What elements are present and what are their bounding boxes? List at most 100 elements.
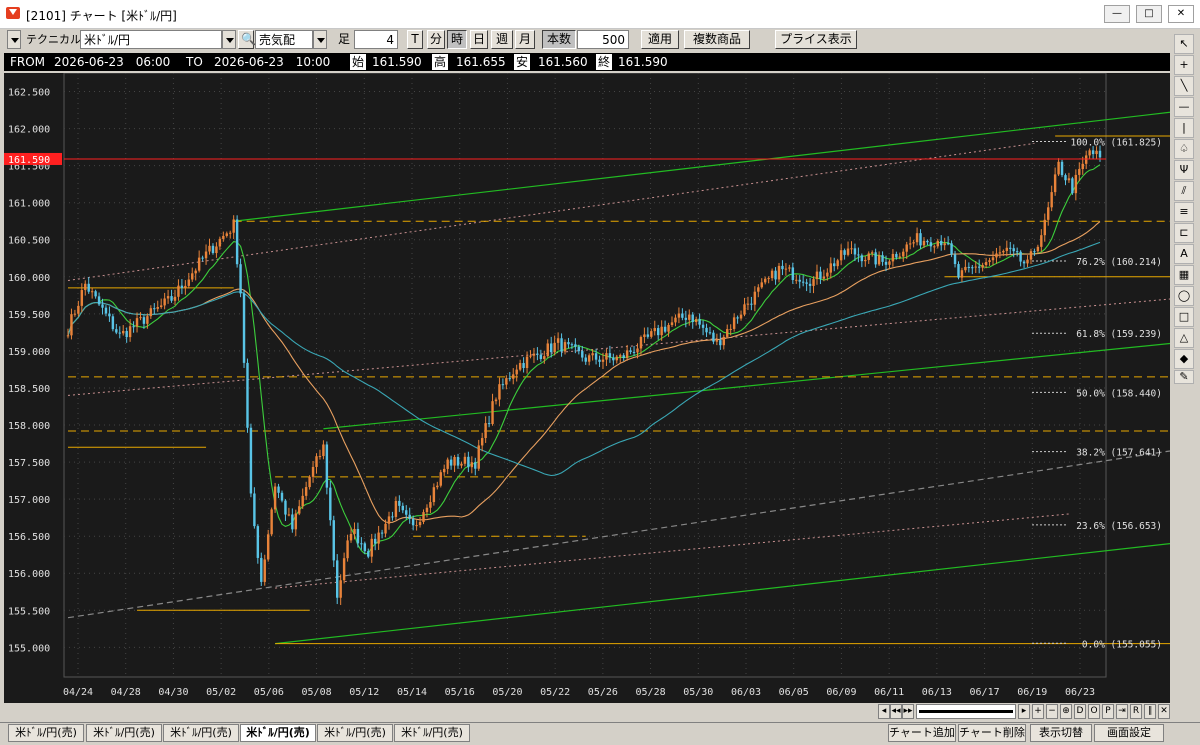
pause-icon[interactable]: ∥ [1144, 704, 1156, 719]
candle-body [549, 343, 553, 353]
symbol-select[interactable]: 米ﾄﾞﾙ/円 [80, 30, 222, 49]
candle-body [211, 245, 215, 254]
chart-tab-active[interactable]: 米ﾄﾞﾙ/円(売) [240, 724, 316, 742]
remove-chart-button[interactable]: チャート削除 [958, 724, 1026, 742]
scroll-track[interactable] [916, 704, 1016, 719]
pitchfork-tool-icon[interactable]: Ψ [1174, 160, 1194, 180]
candle-body [643, 334, 646, 338]
scroll-start-button[interactable]: ◂◂ [890, 704, 902, 719]
multi-product-button[interactable]: 複数商品 [684, 30, 750, 49]
chart-tab[interactable]: 米ﾄﾞﾙ/円(売) [394, 724, 470, 742]
price-chart[interactable]: 162.500 162.000 161.500 161.000 160.500 160.0… [4, 72, 1200, 703]
fan-tool-icon[interactable]: ⫽ [1174, 181, 1194, 201]
line-tool-icon[interactable]: ╲ [1174, 76, 1194, 96]
fibonacci-tool-icon[interactable]: ≡ [1174, 202, 1194, 222]
sentiment-dropdown-icon[interactable] [313, 30, 327, 49]
frame-week-button[interactable]: 週 [491, 30, 513, 49]
alert-tool-icon[interactable]: ♤ [1174, 139, 1194, 159]
candle-body [187, 279, 191, 286]
table-tool-icon[interactable]: ▦ [1174, 265, 1194, 285]
candle-body [218, 238, 222, 247]
x-tick-label: 04/24 [63, 687, 93, 698]
chart-svg[interactable]: 162.500162.000161.500161.000160.500160.0… [4, 72, 1200, 703]
zoom-in-button[interactable]: + [1032, 704, 1044, 719]
x-tick-label: 06/11 [874, 687, 904, 698]
price-display-button[interactable]: プライス表示 [775, 30, 857, 49]
zoom-out-button[interactable]: − [1046, 704, 1058, 719]
o-button[interactable]: O [1088, 704, 1100, 719]
d-button[interactable]: D [1074, 704, 1086, 719]
chart-tab[interactable]: 米ﾄﾞﾙ/円(売) [317, 724, 393, 742]
screen-settings-button[interactable]: 画面設定 [1094, 724, 1164, 742]
triangle-tool-icon[interactable]: △ [1174, 328, 1194, 348]
p-button[interactable]: P [1102, 704, 1114, 719]
candle-body [615, 356, 619, 361]
chart-tab[interactable]: 米ﾄﾞﾙ/円(売) [163, 724, 239, 742]
current-price: 161.590 [4, 152, 1106, 166]
candle-body [1060, 161, 1064, 176]
candle-body [373, 538, 377, 544]
text-tool-icon[interactable]: A [1174, 244, 1194, 264]
horizontal-line-icon[interactable]: — [1174, 97, 1194, 117]
candle-body [605, 353, 608, 360]
candle-body [101, 304, 104, 308]
count-input[interactable]: 500 [577, 30, 629, 49]
frame-month-button[interactable]: 月 [515, 30, 535, 49]
toggle-display-button[interactable]: 表示切替 [1030, 724, 1092, 742]
scroll-left-button[interactable]: ◂ [878, 704, 890, 719]
candle-body [273, 486, 277, 510]
x-tick-label: 06/23 [1065, 687, 1095, 698]
frame-minute-button[interactable]: 分 [427, 30, 445, 49]
candle-body [767, 278, 770, 280]
technical-label[interactable]: テクニカル [26, 30, 81, 49]
scroll-right-button[interactable]: ▸ [1018, 704, 1030, 719]
frame-hour-button[interactable]: 時 [447, 30, 467, 49]
candle-body [394, 500, 398, 517]
crosshair-tool-icon[interactable]: + [1174, 55, 1194, 75]
candle-body [287, 514, 291, 516]
candle-body [135, 318, 139, 327]
eraser-tool-icon[interactable]: ◆ [1174, 349, 1194, 369]
candle-body [971, 267, 974, 269]
x-tick-label: 05/06 [254, 687, 284, 698]
technical-dropdown-icon[interactable] [7, 30, 21, 49]
search-icon[interactable]: 🔍 [238, 30, 256, 49]
vertical-line-icon[interactable]: | [1174, 118, 1194, 138]
symbol-dropdown-icon[interactable] [222, 30, 236, 49]
candle-body [453, 456, 456, 466]
maximize-button[interactable]: □ [1136, 5, 1162, 23]
ashi-input[interactable]: 4 [354, 30, 398, 49]
close-button[interactable]: ✕ [1168, 5, 1194, 23]
candle-body [653, 328, 656, 332]
scroll-end-button[interactable]: ▸▸ [902, 704, 914, 719]
chart-tab[interactable]: 米ﾄﾞﾙ/円(売) [8, 724, 84, 742]
candle-body [153, 308, 156, 310]
r-button[interactable]: R [1130, 704, 1142, 719]
candle-body [277, 486, 280, 493]
candle-body [864, 260, 867, 262]
zoom-search-icon[interactable]: ⊕ [1060, 704, 1072, 719]
cursor-tool-icon[interactable]: ↖ [1174, 34, 1194, 54]
cycle-tool-icon[interactable]: ⊏ [1174, 223, 1194, 243]
frame-t-button[interactable]: T [407, 30, 423, 49]
frame-day-button[interactable]: 日 [470, 30, 488, 49]
jump-right-icon[interactable]: ⇥ [1116, 704, 1128, 719]
channel-line [275, 513, 1069, 589]
apply-button[interactable]: 適用 [641, 30, 679, 49]
scroll-thumb[interactable] [919, 710, 1013, 713]
from-label: FROM [10, 55, 46, 69]
candle-body [698, 319, 701, 325]
candle-body [781, 265, 784, 270]
chart-tab[interactable]: 米ﾄﾞﾙ/円(売) [86, 724, 162, 742]
minimize-button[interactable]: — [1104, 5, 1130, 23]
sentiment-select[interactable]: 売気配 [255, 30, 313, 49]
candle-body [629, 350, 632, 352]
candle-body [877, 255, 881, 265]
candle-body [991, 257, 995, 261]
clear-tool-icon[interactable]: ✎ [1174, 370, 1194, 384]
ellipse-tool-icon[interactable]: ◯ [1174, 286, 1194, 306]
rectangle-tool-icon[interactable]: □ [1174, 307, 1194, 327]
add-chart-button[interactable]: チャート追加 [888, 724, 956, 742]
candle-body [715, 340, 719, 342]
delete-icon[interactable]: ✕ [1158, 704, 1170, 719]
